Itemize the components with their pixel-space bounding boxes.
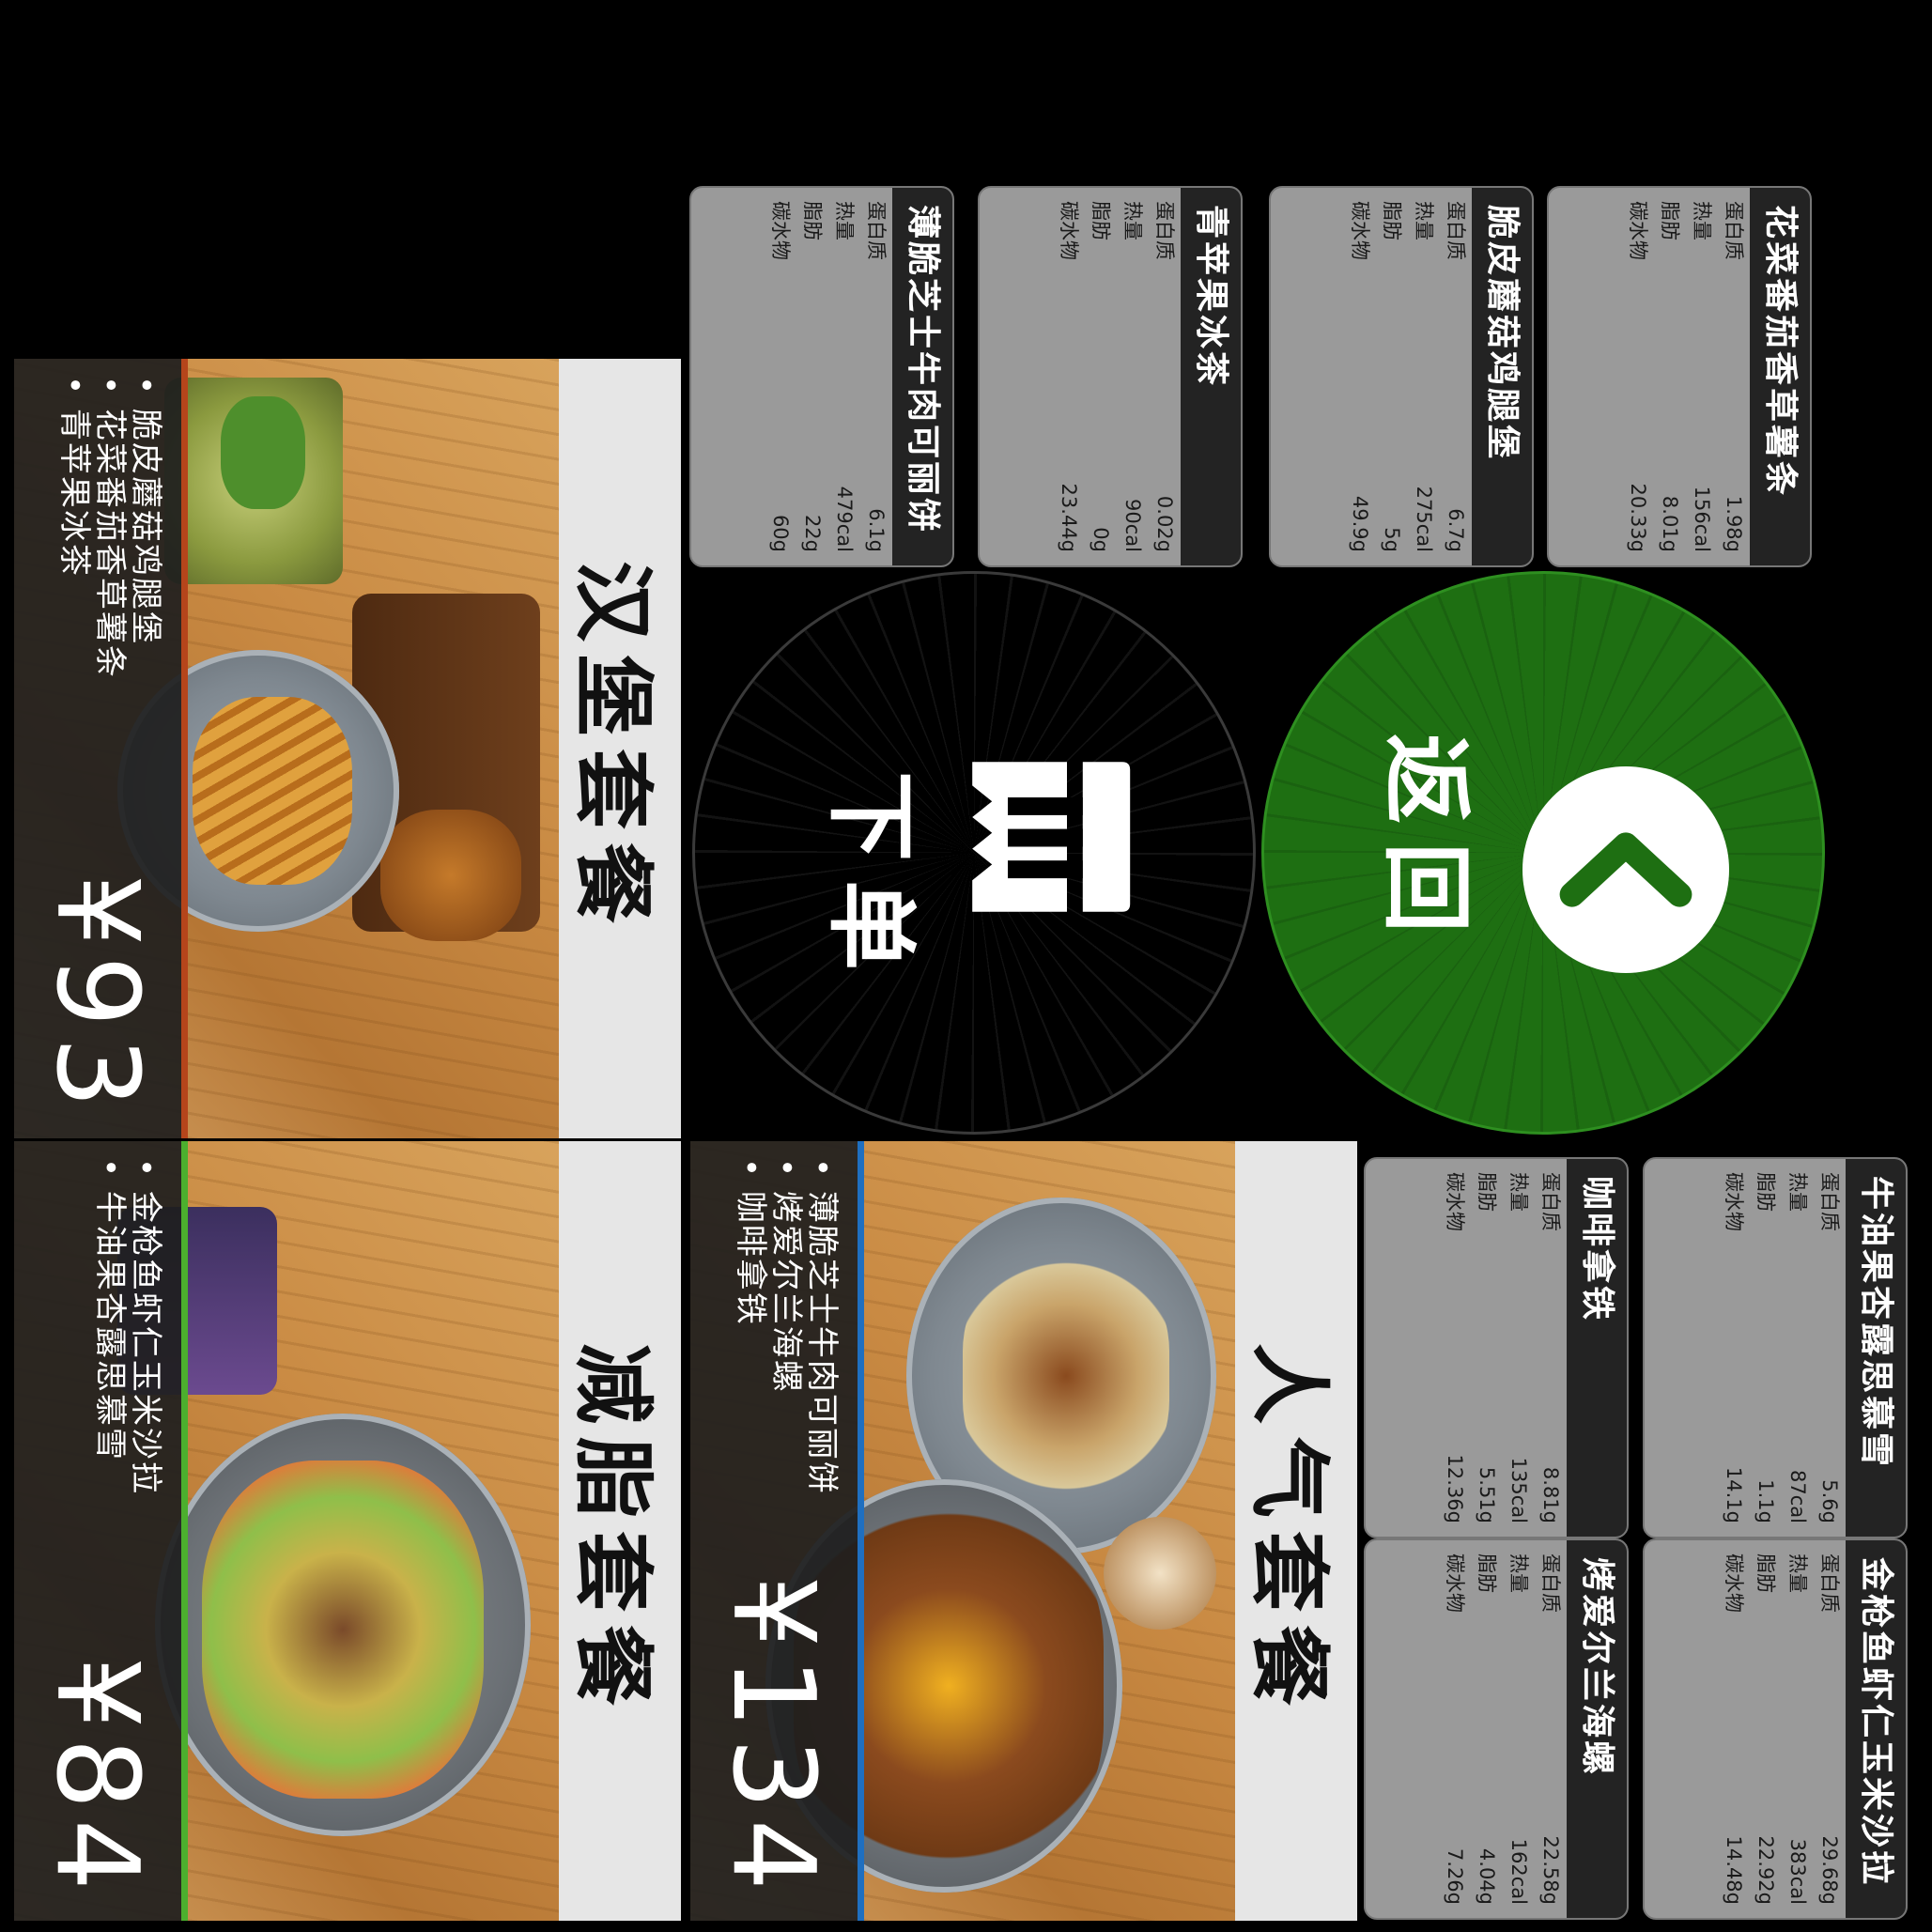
nutrition-card-title: 牛油果杏露思慕雪 xyxy=(1846,1159,1906,1537)
nutrition-card-chicken-burger: 脆皮蘑菇鸡腿堡 蛋白质 6.7g 热量 275cal 脂肪 5g 碳水物 49.9g xyxy=(1269,186,1534,567)
nutrition-row-fat: 脂肪 5g xyxy=(1381,201,1403,552)
nutrition-card-fries: 花菜番茄香草薯条 蛋白质 1.98g 热量 156cal 脂肪 8.01g 碳水物 20… xyxy=(1547,186,1812,567)
chevron-left-icon xyxy=(1522,766,1729,973)
nutrition-row-calories: 热量 275cal xyxy=(1413,201,1435,552)
combo-title: 人气套餐 xyxy=(1242,1343,1336,1719)
combo-card-popular[interactable]: 人气套餐 薄脆芝士牛肉可丽饼 烤爱尔兰海螺 咖啡拿铁 ¥134 xyxy=(690,1141,1357,1921)
nutrition-row-fat: 脂肪 22g xyxy=(801,201,824,552)
nutrition-row-carbs: 碳水物 49.9g xyxy=(1349,201,1371,552)
nutrition-row-calories: 热量 383cal xyxy=(1786,1553,1809,1905)
back-button-label: 返回 xyxy=(1373,734,1478,951)
back-button[interactable]: 返回 xyxy=(1261,571,1825,1135)
nutrition-row-carbs: 碳水物 7.26g xyxy=(1444,1553,1466,1905)
nutrition-row-carbs: 碳水物 60g xyxy=(769,201,792,552)
combo-price: ¥93 xyxy=(31,873,162,1118)
nutrition-row-protein: 蛋白质 8.81g xyxy=(1539,1172,1562,1523)
nutrition-card-title: 脆皮蘑菇鸡腿堡 xyxy=(1472,188,1532,565)
nutrition-row-carbs: 碳水物 12.36g xyxy=(1444,1172,1466,1523)
nutrition-row-protein: 蛋白质 22.58g xyxy=(1539,1553,1562,1905)
nutrition-card-salad: 金枪鱼虾仁玉米沙拉 蛋白质 29.68g 热量 383cal 脂肪 22.92g 碳水… xyxy=(1643,1538,1908,1920)
combo-card-fat-loss[interactable]: 减脂套餐 金枪鱼虾仁玉米沙拉 牛油果杏露思慕雪 ¥84 xyxy=(14,1141,681,1921)
combo-price: ¥134 xyxy=(707,1575,838,1900)
nutrition-row-fat: 脂肪 8.01g xyxy=(1659,201,1681,552)
nutrition-row-fat: 脂肪 0g xyxy=(1090,201,1112,552)
nutrition-row-calories: 热量 162cal xyxy=(1507,1553,1530,1905)
order-button[interactable]: 下单 xyxy=(692,571,1256,1135)
nutrition-row-fat: 脂肪 5.51g xyxy=(1476,1172,1498,1523)
nutrition-card-title: 金枪鱼虾仁玉米沙拉 xyxy=(1846,1540,1906,1918)
nutrition-row-calories: 热量 87cal xyxy=(1786,1172,1809,1523)
combo-item: 牛油果杏露思慕雪 xyxy=(91,1158,129,1722)
nutrition-row-calories: 热量 479cal xyxy=(833,201,856,552)
order-button-label: 下单 xyxy=(818,771,923,989)
nutrition-row-carbs: 碳水物 14.1g xyxy=(1723,1172,1745,1523)
order-screen: { "combos": { "hamburger": { "title": "汉… xyxy=(0,0,1932,1932)
combo-item: 金枪鱼虾仁玉米沙拉 xyxy=(127,1158,164,1722)
nutrition-card-apple-tea: 青苹果冰茶 蛋白质 0.02g 热量 90cal 脂肪 0g 碳水物 23.44g xyxy=(978,186,1243,567)
nutrition-card-crepe: 薄脆芝士牛肉可丽饼 蛋白质 6.1g 热量 479cal 脂肪 22g 碳水物 60g xyxy=(689,186,954,567)
combo-info-panel: 脆皮蘑菇鸡腿堡 花菜番茄香草薯条 青苹果冰茶 ¥93 xyxy=(14,359,188,1138)
combo-title: 减脂套餐 xyxy=(565,1343,659,1719)
combo-accent-bar xyxy=(181,359,188,1138)
nutrition-row-protein: 蛋白质 0.02g xyxy=(1153,201,1176,552)
combo-price: ¥84 xyxy=(31,1656,162,1900)
nutrition-row-calories: 热量 135cal xyxy=(1507,1172,1530,1523)
nutrition-row-protein: 蛋白质 29.68g xyxy=(1818,1553,1841,1905)
nutrition-card-title: 咖啡拿铁 xyxy=(1567,1159,1627,1537)
combo-item: 花菜番茄香草薯条 xyxy=(91,376,129,939)
receipt-icon xyxy=(972,762,1131,912)
nutrition-row-protein: 蛋白质 5.6g xyxy=(1818,1172,1841,1523)
nutrition-row-carbs: 碳水物 23.44g xyxy=(1058,201,1080,552)
nutrition-row-fat: 脂肪 22.92g xyxy=(1754,1553,1777,1905)
nutrition-row-calories: 热量 156cal xyxy=(1691,201,1713,552)
combo-accent-bar xyxy=(181,1141,188,1921)
nutrition-row-fat: 脂肪 1.1g xyxy=(1754,1172,1777,1523)
combo-info-panel: 薄脆芝士牛肉可丽饼 烤爱尔兰海螺 咖啡拿铁 ¥134 xyxy=(690,1141,864,1921)
nutrition-card-title: 青苹果冰茶 xyxy=(1181,188,1241,565)
nutrition-row-fat: 脂肪 4.04g xyxy=(1476,1553,1498,1905)
combo-info-panel: 金枪鱼虾仁玉米沙拉 牛油果杏露思慕雪 ¥84 xyxy=(14,1141,188,1921)
combo-accent-bar xyxy=(858,1141,864,1921)
nutrition-card-latte: 咖啡拿铁 蛋白质 8.81g 热量 135cal 脂肪 5.51g 碳水物 12.36g xyxy=(1364,1157,1629,1538)
combo-item: 青苹果冰茶 xyxy=(55,376,93,939)
nutrition-card-smoothie: 牛油果杏露思慕雪 蛋白质 5.6g 热量 87cal 脂肪 1.1g 碳水物 14.1g xyxy=(1643,1157,1908,1538)
nutrition-card-title: 薄脆芝士牛肉可丽饼 xyxy=(892,188,952,565)
combo-card-hamburger[interactable]: 汉堡套餐 脆皮蘑菇鸡腿堡 花菜番茄香草薯条 青苹果冰茶 ¥93 xyxy=(14,359,681,1138)
nutrition-row-carbs: 碳水物 14.48g xyxy=(1723,1553,1745,1905)
nutrition-card-whelk: 烤爱尔兰海螺 蛋白质 22.58g 热量 162cal 脂肪 4.04g 碳水物 7.2… xyxy=(1364,1538,1629,1920)
combo-item-list: 金枪鱼虾仁玉米沙拉 牛油果杏露思慕雪 xyxy=(91,1158,164,1722)
combo-title: 汉堡套餐 xyxy=(565,561,659,936)
nutrition-card-title: 烤爱尔兰海螺 xyxy=(1567,1540,1627,1918)
combo-item-list: 脆皮蘑菇鸡腿堡 花菜番茄香草薯条 青苹果冰茶 xyxy=(55,376,164,939)
nutrition-row-protein: 蛋白质 1.98g xyxy=(1723,201,1745,552)
nutrition-row-calories: 热量 90cal xyxy=(1121,201,1144,552)
nutrition-row-carbs: 碳水物 20.33g xyxy=(1627,201,1649,552)
combo-item: 脆皮蘑菇鸡腿堡 xyxy=(127,376,164,939)
nutrition-card-title: 花菜番茄香草薯条 xyxy=(1750,188,1810,565)
nutrition-row-protein: 蛋白质 6.1g xyxy=(865,201,888,552)
nutrition-row-protein: 蛋白质 6.7g xyxy=(1445,201,1467,552)
